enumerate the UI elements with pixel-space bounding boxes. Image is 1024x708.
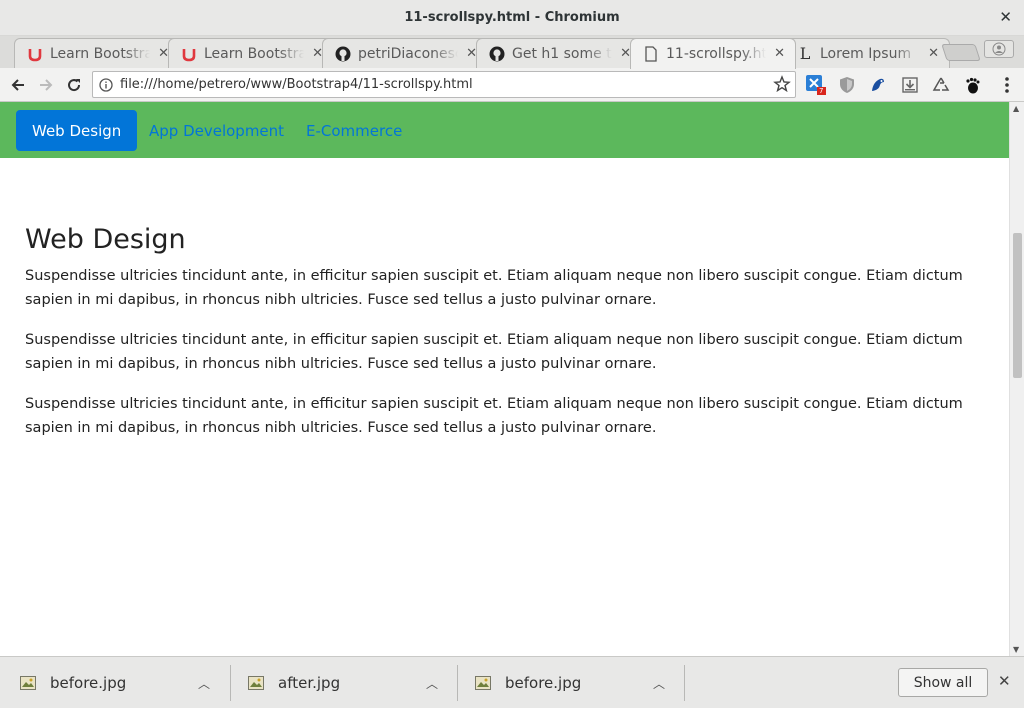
- github-icon: [335, 46, 351, 62]
- bird-icon[interactable]: [867, 74, 889, 96]
- divider: [684, 665, 685, 701]
- nav-link-app-development[interactable]: App Development: [133, 110, 300, 151]
- udemy-icon: [27, 46, 43, 62]
- image-file-icon: [475, 676, 491, 690]
- section-heading: Web Design: [25, 224, 186, 255]
- tab-label: 11-scrollspy.html: [666, 46, 766, 62]
- extension-badge: 7: [819, 87, 824, 95]
- tab-label: Lorem Ipsum: [820, 45, 912, 62]
- udemy-icon: [181, 46, 197, 62]
- page-viewport: Web Design App Development E-Commerce We…: [0, 102, 1009, 656]
- menu-icon[interactable]: [996, 74, 1018, 96]
- recycle-icon[interactable]: [930, 74, 952, 96]
- nav-link-web-design[interactable]: Web Design: [16, 110, 138, 151]
- lorem-icon: L: [799, 44, 811, 63]
- window-titlebar: 11-scrollspy.html - Chromium ✕: [0, 0, 1024, 36]
- scrollspy-navbar: Web Design App Development E-Commerce: [0, 102, 1009, 158]
- tab-label: petriDiaconescu: [358, 45, 458, 62]
- tab-github-h1[interactable]: Get h1 some text ✕: [476, 38, 642, 68]
- download-shelf: before.jpg ︿ after.jpg ︿ before.jpg ︿ Sh…: [0, 656, 1024, 708]
- github-icon: [489, 46, 505, 62]
- download-filename: after.jpg: [278, 674, 341, 692]
- scroll-down-icon[interactable]: ▼: [1013, 645, 1019, 654]
- tab-learn-bootstrap-1[interactable]: Learn Bootstrap 4 ✕: [14, 38, 180, 68]
- shield-icon[interactable]: [836, 74, 858, 96]
- profile-icon[interactable]: [984, 40, 1014, 58]
- show-all-button[interactable]: Show all: [898, 668, 988, 697]
- chevron-up-icon[interactable]: ︿: [426, 675, 438, 692]
- browser-toolbar: file:///home/petrero/www/Bootstrap4/11-s…: [0, 68, 1024, 102]
- download-icon[interactable]: [899, 74, 921, 96]
- tab-scrollspy[interactable]: 11-scrollspy.html ✕: [630, 38, 796, 69]
- download-filename: before.jpg: [50, 674, 127, 692]
- tab-github-petri[interactable]: petriDiaconescu ✕: [322, 38, 488, 68]
- section-paragraph: Suspendisse ultricies tincidunt ante, in…: [25, 396, 963, 436]
- tab-label: Learn Bootstrap 4: [50, 45, 150, 62]
- download-item[interactable]: after.jpg ︿: [228, 665, 455, 701]
- section-paragraph: Suspendisse ultricies tincidunt ante, in…: [25, 332, 963, 372]
- reload-icon[interactable]: [61, 72, 87, 98]
- tab-lorem-ipsum[interactable]: L Lorem Ipsum ✕: [784, 38, 950, 68]
- chevron-up-icon[interactable]: ︿: [653, 675, 665, 692]
- file-icon: [643, 46, 659, 62]
- tab-close-icon[interactable]: ✕: [928, 46, 939, 61]
- window-title: 11-scrollspy.html - Chromium: [404, 10, 620, 25]
- url-text: file:///home/petrero/www/Bootstrap4/11-s…: [120, 77, 473, 92]
- scroll-up-icon[interactable]: ▲: [1013, 104, 1019, 113]
- extension-x-icon[interactable]: 7: [805, 74, 827, 96]
- back-icon[interactable]: [5, 72, 31, 98]
- gnome-foot-icon[interactable]: [962, 74, 984, 96]
- close-icon[interactable]: ✕: [998, 672, 1011, 690]
- tab-label: Learn Bootstrap 4: [204, 45, 304, 62]
- section-paragraph: Suspendisse ultricies tincidunt ante, in…: [25, 268, 963, 308]
- info-icon[interactable]: [99, 77, 113, 96]
- image-file-icon: [20, 676, 36, 690]
- download-item[interactable]: before.jpg ︿: [0, 665, 227, 701]
- forward-icon[interactable]: [33, 72, 59, 98]
- vertical-scrollbar[interactable]: ▲ ▼: [1009, 102, 1024, 656]
- window-close-icon[interactable]: ✕: [999, 8, 1012, 26]
- address-bar[interactable]: file:///home/petrero/www/Bootstrap4/11-s…: [92, 71, 796, 98]
- chevron-up-icon[interactable]: ︿: [198, 675, 210, 692]
- download-item[interactable]: before.jpg ︿: [455, 665, 682, 701]
- tab-learn-bootstrap-2[interactable]: Learn Bootstrap 4 ✕: [168, 38, 334, 68]
- bookmark-star-icon[interactable]: [773, 75, 791, 97]
- nav-link-e-commerce[interactable]: E-Commerce: [290, 110, 418, 151]
- new-tab-button[interactable]: [941, 44, 981, 61]
- download-filename: before.jpg: [505, 674, 582, 692]
- tab-label: Get h1 some text: [512, 45, 612, 62]
- tab-close-icon[interactable]: ✕: [774, 46, 785, 61]
- scrollbar-thumb[interactable]: [1013, 233, 1022, 378]
- image-file-icon: [248, 676, 264, 690]
- tab-strip: Learn Bootstrap 4 ✕ Learn Bootstrap 4 ✕ …: [0, 36, 1024, 69]
